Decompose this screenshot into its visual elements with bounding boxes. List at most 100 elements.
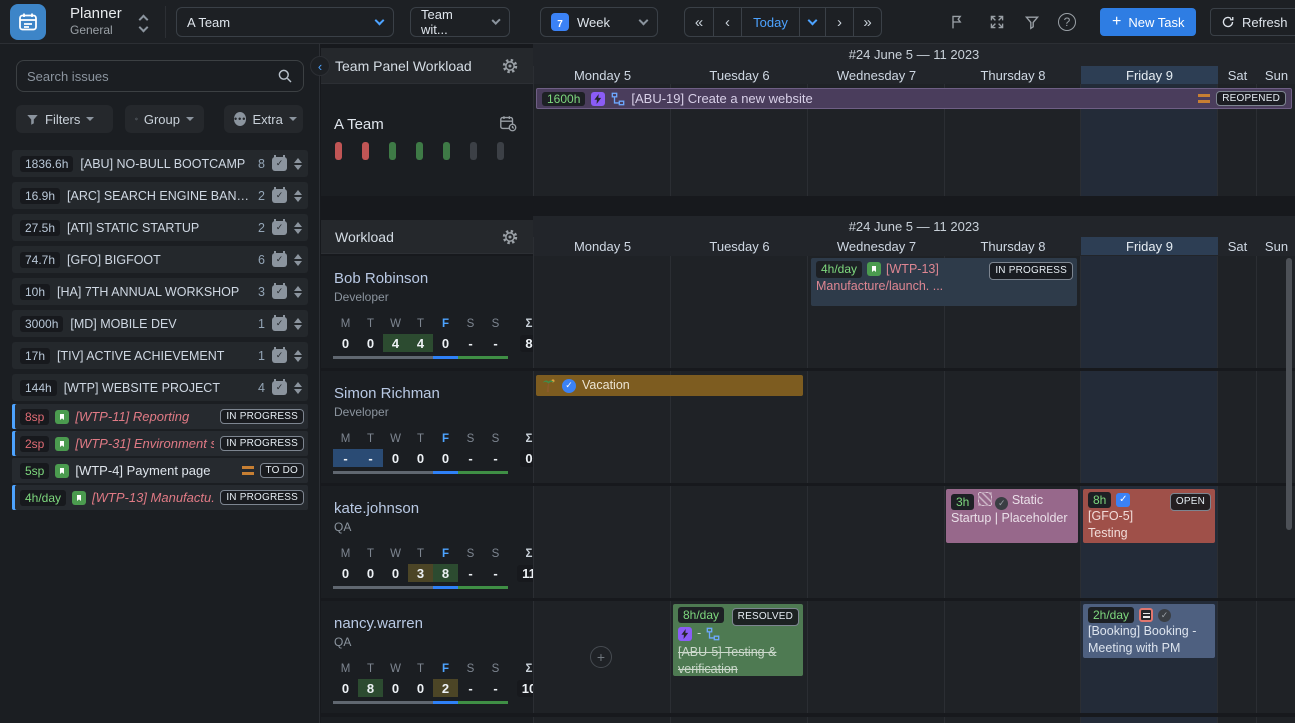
task-row[interactable]: 4h/day [WTP-13] Manufactu... IN PROGRESS: [12, 485, 308, 510]
first-week-button[interactable]: «: [685, 8, 713, 36]
search-input[interactable]: [27, 69, 277, 84]
day-header-row: Monday 5 Tuesday 6 Wednesday 7 Thursday …: [533, 66, 1295, 84]
calendar-check-icon[interactable]: ✓: [272, 381, 287, 395]
fullscreen-icon[interactable]: [987, 12, 1007, 32]
team-name[interactable]: A Team: [334, 116, 384, 133]
estimate-badge: 2sp: [20, 436, 49, 452]
sort-arrows-icon[interactable]: [294, 382, 302, 394]
new-task-button[interactable]: + New Task: [1100, 8, 1196, 36]
day-header: Monday 5: [534, 66, 671, 84]
sort-arrows-icon[interactable]: [294, 254, 302, 266]
gear-icon[interactable]: [501, 57, 519, 75]
calendar-check-icon[interactable]: ✓: [272, 157, 287, 171]
filter-funnel-icon[interactable]: [1022, 12, 1042, 32]
help-icon[interactable]: ?: [1058, 13, 1076, 31]
vertical-scrollbar[interactable]: [1286, 258, 1292, 530]
project-name: [GFO] BIGFOOT: [67, 253, 251, 267]
task-card-booking[interactable]: 2h/day ✓ [Booking] Booking - Meeting wit…: [1083, 604, 1215, 658]
collapse-sidebar-button[interactable]: ‹: [310, 56, 330, 76]
today-dropdown-button[interactable]: [799, 8, 825, 36]
calendar-check-icon[interactable]: ✓: [272, 221, 287, 235]
person-name[interactable]: Simon Richman: [334, 385, 440, 402]
person-name[interactable]: nancy.warren: [334, 615, 423, 632]
project-row[interactable]: 144h [WTP] WEBSITE PROJECT 4 ✓: [12, 374, 308, 401]
estimate-badge: 8sp: [20, 409, 49, 425]
extra-button[interactable]: ••• Extra: [224, 105, 303, 133]
task-card-wtp-13[interactable]: 4h/day [WTP-13] Manufacture/launch. ... …: [811, 258, 1077, 306]
project-row[interactable]: 74.7h [GFO] BIGFOOT 6 ✓: [12, 246, 308, 273]
calendar-clock-icon[interactable]: [499, 114, 517, 132]
project-hours-badge: 10h: [20, 284, 50, 300]
sort-arrows-icon[interactable]: [294, 222, 302, 234]
group-button[interactable]: Group: [125, 105, 204, 133]
team-select[interactable]: A Team: [176, 7, 394, 37]
project-row[interactable]: 1836.6h [ABU] NO-BULL BOOTCAMP 8 ✓: [12, 150, 308, 177]
app-logo-calendar-icon[interactable]: [10, 4, 46, 40]
status-badge: IN PROGRESS: [220, 409, 304, 424]
day-header-today: Friday 9: [1081, 237, 1218, 255]
calendar-check-icon[interactable]: ✓: [272, 285, 287, 299]
epic-banner-abu-19[interactable]: 1600h [ABU-19] Create a new website REOP…: [536, 88, 1292, 109]
gear-icon[interactable]: [501, 228, 519, 246]
scope-select[interactable]: Team wit...: [410, 7, 510, 37]
person-row-nancy-warren: nancy.warren QA MT WT FS SΣ 08 00 2- -10…: [321, 601, 1295, 713]
project-row[interactable]: 10h [HA] 7TH ANNUAL WORKSHOP 3 ✓: [12, 278, 308, 305]
sort-arrows-icon[interactable]: [294, 350, 302, 362]
person-schedule-grid[interactable]: ✓ Vacation: [533, 371, 1295, 483]
last-week-button[interactable]: »: [853, 8, 881, 36]
flag-icon[interactable]: [947, 12, 967, 32]
calendar-check-icon[interactable]: ✓: [272, 349, 287, 363]
sort-arrows-icon[interactable]: [294, 190, 302, 202]
project-row[interactable]: 16.9h [ARC] SEARCH ENGINE BAND... 2 ✓: [12, 182, 308, 209]
filters-button[interactable]: Filters: [16, 105, 113, 133]
story-icon: [867, 262, 881, 276]
vacation-label: Vacation: [582, 377, 630, 394]
person-name[interactable]: kate.johnson: [334, 500, 419, 517]
previous-week-button[interactable]: ‹: [713, 8, 741, 36]
week-label: #24 June 5 — 11 2023: [533, 44, 1295, 66]
planner-app: Planner General A Team Team wit... 7 Wee…: [0, 0, 1295, 723]
view-select[interactable]: 7 Week: [540, 7, 658, 37]
task-row[interactable]: 5sp [WTP-4] Payment page TO DO: [12, 458, 308, 483]
day-header: Thursday 8: [945, 66, 1081, 84]
project-row[interactable]: 3000h [MD] MOBILE DEV 1 ✓: [12, 310, 308, 337]
panel-title: Team Panel Workload: [335, 58, 472, 74]
task-card-gfo-5[interactable]: 8h ✓ [GFO-5] Testing OPEN: [1083, 489, 1215, 543]
day-header: Monday 5: [534, 237, 671, 255]
day-header-today: Friday 9: [1081, 66, 1218, 84]
sidebar: Filters Group ••• Extra 1836.6h [ABU] NO…: [0, 44, 320, 723]
refresh-button[interactable]: Refresh: [1210, 8, 1295, 36]
project-row[interactable]: 17h [TIV] ACTIVE ACHIEVEMENT 1 ✓: [12, 342, 308, 369]
sort-arrows-icon[interactable]: [294, 286, 302, 298]
chevron-down-icon: [375, 16, 385, 26]
person-schedule-grid[interactable]: 4h/day [WTP-13] Manufacture/launch. ... …: [533, 256, 1295, 368]
person-schedule-grid[interactable]: + 8h/day - [ABU-5] Testing & verificatio…: [533, 601, 1295, 713]
calendar-check-icon[interactable]: ✓: [272, 189, 287, 203]
calendar-check-icon[interactable]: ✓: [272, 317, 287, 331]
sort-arrows-icon[interactable]: [294, 158, 302, 170]
task-card-static-startup[interactable]: 3h ✓ Static Startup | Placeholder: [946, 489, 1078, 543]
task-card-abu-5[interactable]: 8h/day - [ABU-5] Testing & verification …: [673, 604, 803, 676]
project-hours-badge: 17h: [20, 348, 50, 364]
task-name: [WTP-31] Environment s...: [75, 436, 214, 451]
task-row[interactable]: 8sp [WTP-11] Reporting IN PROGRESS: [12, 404, 308, 429]
today-button[interactable]: Today: [741, 8, 799, 36]
add-task-cell-button[interactable]: +: [590, 646, 612, 668]
person-name[interactable]: Bob Robinson: [334, 270, 428, 287]
person-schedule-grid[interactable]: 3h ✓ Static Startup | Placeholder 8h ✓ […: [533, 486, 1295, 598]
project-name: [TIV] ACTIVE ACHIEVEMENT: [57, 349, 251, 363]
project-row[interactable]: 27.5h [ATI] STATIC STARTUP 2 ✓: [12, 214, 308, 241]
task-row[interactable]: 2sp [WTP-31] Environment s... IN PROGRES…: [12, 431, 308, 456]
project-count: 3: [258, 285, 265, 299]
search-icon[interactable]: [277, 68, 293, 84]
sort-arrows-icon[interactable]: [294, 318, 302, 330]
lightning-icon: [591, 92, 605, 106]
status-badge: OPEN: [1170, 493, 1211, 511]
app-switcher-chevrons-icon[interactable]: [139, 13, 151, 31]
calendar-week-icon: 7: [551, 13, 569, 31]
calendar-check-icon[interactable]: ✓: [272, 253, 287, 267]
day-header-row: Monday 5 Tuesday 6 Wednesday 7 Thursday …: [533, 237, 1295, 256]
workload-header: Workload: [321, 220, 533, 254]
next-week-button[interactable]: ›: [825, 8, 853, 36]
vacation-banner[interactable]: ✓ Vacation: [536, 375, 803, 396]
